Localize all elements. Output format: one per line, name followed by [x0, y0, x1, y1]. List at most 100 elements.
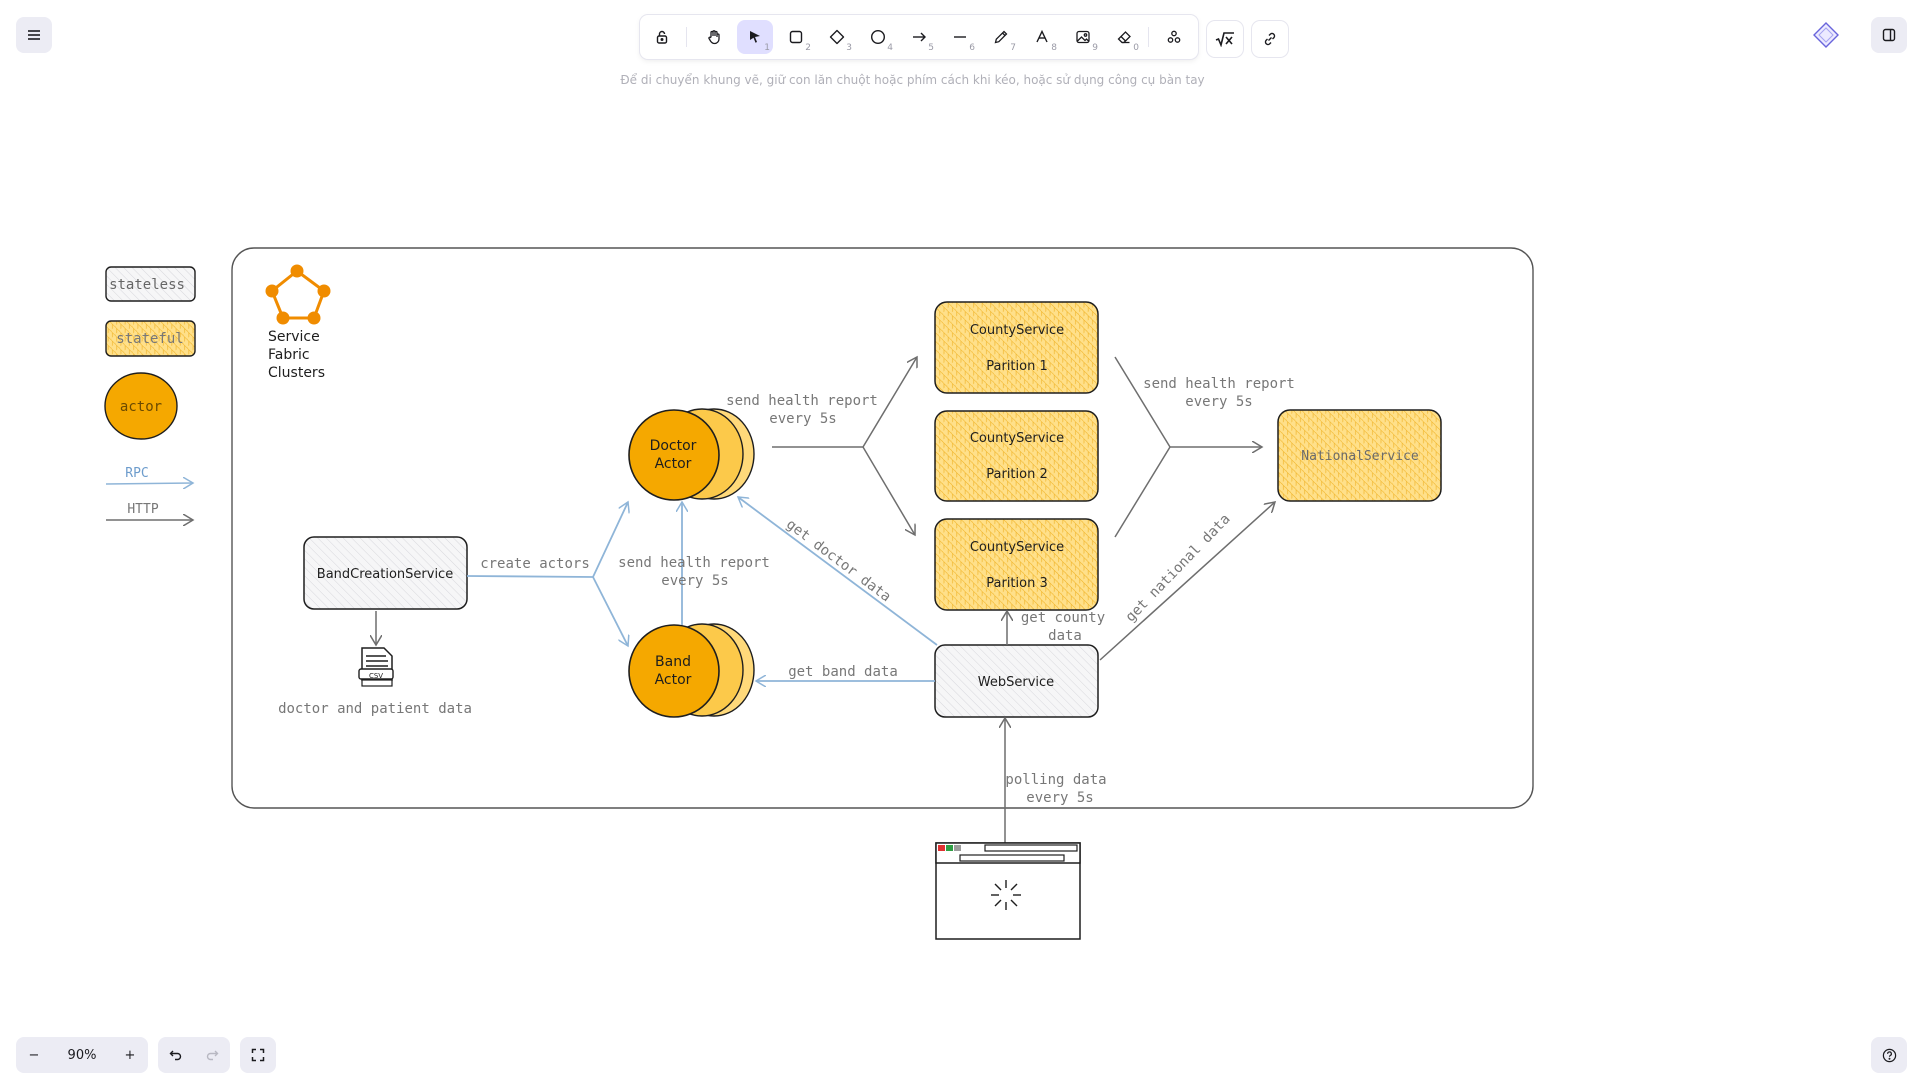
get-county-data-line1: get county — [1021, 610, 1105, 626]
create-actors-label: create actors — [480, 556, 590, 572]
doctor-actor-label-1: Doctor — [650, 438, 697, 454]
line-icon — [954, 36, 966, 38]
get-national-data-arrow[interactable] — [1099, 502, 1275, 661]
collab-logo[interactable] — [1808, 17, 1844, 53]
county-partition-2-name: CountyService — [970, 431, 1064, 446]
get-doctor-data-label: get doctor data — [783, 516, 894, 605]
send-health-2-line2: every 5s — [661, 573, 728, 589]
legend-http-label: HTTP — [127, 502, 158, 517]
county-partition-2-node[interactable] — [934, 410, 1099, 502]
ellipse-icon — [870, 29, 886, 45]
fullscreen-button[interactable] — [240, 1037, 276, 1073]
zoom-in-button[interactable]: + — [112, 1037, 148, 1073]
help-circle-icon — [1882, 1048, 1896, 1062]
county-to-national-line-bottom[interactable] — [1114, 446, 1171, 538]
tool-eraser[interactable]: 0 — [1106, 20, 1142, 54]
undo-icon — [169, 1050, 182, 1061]
county-partition-3-node[interactable] — [934, 518, 1099, 611]
toolbar-divider — [1148, 27, 1149, 47]
tool-hand[interactable] — [696, 20, 732, 54]
legend-actor-label: actor — [120, 399, 162, 415]
browser-window-icon[interactable] — [935, 842, 1081, 940]
county-partition-3-label: Parition 3 — [986, 576, 1047, 591]
link-icon — [1264, 32, 1276, 46]
main-menu-button[interactable] — [16, 17, 52, 53]
county-partition-1-node[interactable] — [934, 301, 1099, 394]
cluster-label-3: Clusters — [268, 365, 325, 381]
hand-icon — [708, 30, 720, 45]
county-partition-3-name: CountyService — [970, 540, 1064, 555]
text-icon — [1036, 29, 1048, 43]
legend-rpc-arrow[interactable] — [105, 483, 193, 484]
shape-toolbar: 1 2 3 4 5 6 7 8 9 0 — [640, 15, 1198, 59]
zoom-out-button[interactable]: − — [16, 1037, 52, 1073]
tool-diamond[interactable]: 3 — [819, 20, 855, 54]
service-fabric-icon[interactable] — [265, 264, 331, 325]
cluster-label-1: Service — [268, 329, 320, 345]
csv-caption: doctor and patient data — [278, 701, 472, 717]
zoom-level-display[interactable]: 90% — [52, 1037, 112, 1073]
cluster-boundary[interactable] — [231, 247, 1534, 809]
sidebar-toggle-button[interactable] — [1871, 17, 1907, 53]
tool-draw-num: 7 — [1010, 43, 1016, 53]
county-partition-2-label: Parition 2 — [986, 467, 1047, 482]
polling-label-line1: polling data — [1005, 772, 1106, 788]
sidebar-panel-icon — [1882, 28, 1896, 42]
polling-label-line2: every 5s — [1026, 790, 1093, 806]
doctor-actor-node[interactable] — [628, 408, 755, 501]
tool-draw[interactable]: 7 — [983, 20, 1019, 54]
shapes-library-icon — [1167, 30, 1181, 43]
legend-rpc-label: RPC — [125, 466, 148, 481]
collab-diamond-icon — [1813, 22, 1839, 48]
band-creation-service-label: BandCreationService — [317, 567, 453, 582]
lock-icon — [656, 30, 668, 44]
help-button[interactable] — [1871, 1037, 1907, 1073]
tool-eraser-num: 0 — [1133, 43, 1139, 53]
national-service-label: NationalService — [1301, 449, 1419, 464]
doctor-to-county-arrow-down[interactable] — [862, 446, 915, 535]
undo-button[interactable] — [158, 1037, 194, 1073]
tool-image[interactable]: 9 — [1065, 20, 1101, 54]
math-formula-button[interactable] — [1207, 21, 1243, 57]
image-icon — [1076, 30, 1090, 44]
tool-line-num: 6 — [969, 43, 975, 53]
canvas-hint-text: Để di chuyển khung vẽ, giữ con lăn chuột… — [620, 73, 1205, 87]
tool-extra[interactable] — [1156, 20, 1192, 54]
create-actors-arrow-down[interactable] — [592, 576, 628, 646]
tool-arrow[interactable]: 5 — [901, 20, 937, 54]
band-actor-node[interactable] — [628, 623, 755, 718]
fullscreen-icon — [251, 1048, 265, 1062]
csv-file-icon[interactable] — [358, 647, 394, 687]
get-band-data-label: get band data — [788, 664, 898, 680]
arrow-right-icon — [913, 32, 926, 42]
tool-lock[interactable] — [644, 20, 680, 54]
drawing-canvas[interactable]: stateless stateful actor RPC HTTP Servic… — [0, 0, 1919, 1079]
csv-icon-label: CSV — [369, 672, 383, 680]
history-controls — [158, 1037, 230, 1073]
tool-text[interactable]: 8 — [1024, 20, 1060, 54]
tool-ellipse[interactable]: 4 — [860, 20, 896, 54]
send-health-3-line1: send health report — [1143, 376, 1295, 392]
doctor-actor-label-2: Actor — [655, 456, 692, 472]
sqrt-x-icon — [1215, 32, 1234, 47]
tool-rectangle[interactable]: 2 — [778, 20, 814, 54]
get-county-data-line2: data — [1048, 628, 1082, 644]
send-health-1-line2: every 5s — [769, 411, 836, 427]
get-national-data-label: get national data — [1123, 511, 1234, 625]
cluster-label-2: Fabric — [268, 347, 310, 363]
embed-link-button[interactable] — [1252, 21, 1288, 57]
band-actor-label-2: Actor — [655, 672, 692, 688]
tool-selection[interactable]: 1 — [737, 20, 773, 54]
legend-stateful-label: stateful — [116, 331, 183, 347]
web-service-label: WebService — [978, 675, 1054, 690]
tool-text-num: 8 — [1051, 43, 1057, 53]
redo-button[interactable] — [194, 1037, 230, 1073]
county-to-national-line-top[interactable] — [1114, 356, 1171, 448]
legend: stateless stateful actor RPC HTTP — [104, 266, 196, 520]
eraser-icon — [1117, 31, 1131, 44]
tool-line[interactable]: 6 — [942, 20, 978, 54]
send-health-3-line2: every 5s — [1185, 394, 1252, 410]
toolbar-divider — [686, 27, 687, 47]
legend-stateless-label: stateless — [109, 277, 185, 293]
get-doctor-data-arrow[interactable] — [738, 497, 938, 646]
